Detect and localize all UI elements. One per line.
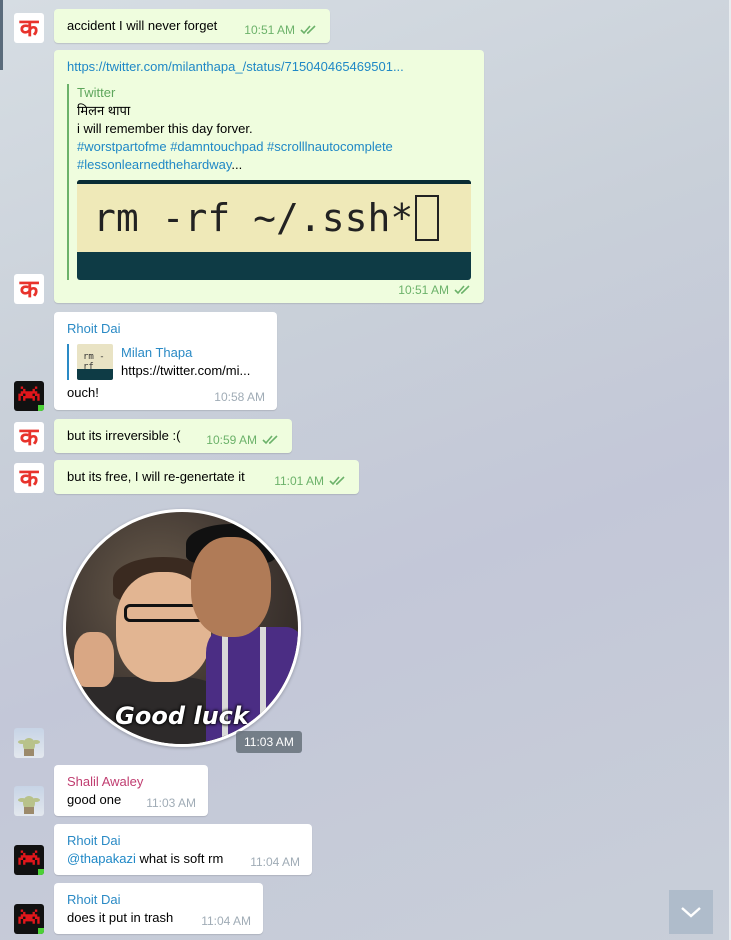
message-time: 11:04 AM xyxy=(250,855,300,869)
message-meta: 11:04 AM xyxy=(250,855,300,869)
message-time: 10:58 AM xyxy=(214,390,265,404)
message-meta: 10:58 AM xyxy=(214,390,265,404)
message-time: 10:51 AM xyxy=(398,283,449,297)
sender-name[interactable]: Rhoit Dai xyxy=(67,320,264,338)
message-meta: 10:59 AM xyxy=(206,433,280,447)
sender-name[interactable]: Rhoit Dai xyxy=(67,891,250,909)
space-invader-icon xyxy=(18,909,40,924)
preview-image[interactable]: rm -rf ~/.ssh* xyxy=(77,180,471,280)
avatar[interactable]: क xyxy=(14,274,44,304)
online-indicator xyxy=(38,928,44,934)
space-invader-icon xyxy=(18,386,40,401)
message-time: 10:59 AM xyxy=(206,433,257,447)
avatar[interactable]: क xyxy=(14,422,44,452)
message-meta: 11:03 AM xyxy=(146,796,196,810)
link-preview[interactable]: Twitter मिलन थापा i will remember this d… xyxy=(67,84,471,280)
avatar[interactable] xyxy=(14,728,44,758)
preview-author: मिलन थापा xyxy=(77,103,131,118)
message-meta: 11:04 AM xyxy=(201,914,251,928)
avatar[interactable] xyxy=(14,845,44,875)
preview-hashtags[interactable]: #worstpartofme #damntouchpad #scrolllnau… xyxy=(77,138,471,156)
yoda-icon xyxy=(18,796,40,814)
message-meta: 10:51 AM xyxy=(244,23,318,37)
avatar[interactable] xyxy=(14,904,44,934)
avatar[interactable]: क xyxy=(14,13,44,43)
reply-thumbnail: rm -rf xyxy=(77,344,113,380)
preview-hashtags[interactable]: #lessonlearnedthehardway xyxy=(77,157,231,172)
preview-text: i will remember this day forver. xyxy=(77,121,253,136)
message-time: 11:04 AM xyxy=(201,914,251,928)
sticker-caption: Good luck xyxy=(115,702,249,730)
space-invader-icon xyxy=(18,850,40,865)
online-indicator xyxy=(38,869,44,875)
message-bubble[interactable]: but its irreversible :( 10:59 AM xyxy=(54,419,292,453)
message-bubble[interactable]: Rhoit Dai @thapakazi what is soft rm 11:… xyxy=(54,824,312,875)
terminal-cursor xyxy=(415,195,440,241)
message-bubble[interactable]: Shalil Awaley good one 11:03 AM xyxy=(54,765,208,816)
avatar-glyph: क xyxy=(19,464,39,492)
chevron-down-icon xyxy=(681,907,701,918)
avatar[interactable]: क xyxy=(14,463,44,493)
message-time: 11:01 AM xyxy=(274,474,324,488)
message-bubble[interactable]: but its free, I will re-genertate it 11:… xyxy=(54,460,359,494)
user-mention[interactable]: @thapakazi xyxy=(67,851,136,866)
double-check-icon xyxy=(300,25,316,35)
message-bubble[interactable]: Rhoit Dai does it put in trash 11:04 AM xyxy=(54,883,263,934)
message-meta: 10:51 AM xyxy=(398,283,472,297)
message-text: what is soft rm xyxy=(135,851,224,866)
preview-ellipsis: ... xyxy=(231,157,243,172)
message-bubble[interactable]: Rhoit Dai rm -rf Milan Thapa https://twi… xyxy=(54,312,277,410)
message-time: 11:03 AM xyxy=(146,796,196,810)
message-time: 10:51 AM xyxy=(244,23,295,37)
avatar[interactable] xyxy=(14,786,44,816)
double-check-icon xyxy=(329,476,345,486)
yoda-icon xyxy=(18,738,40,756)
avatar-glyph: क xyxy=(19,423,39,451)
online-indicator xyxy=(38,405,44,411)
reply-author: Milan Thapa xyxy=(121,345,193,360)
sticker[interactable]: Good luck xyxy=(63,509,301,747)
preview-site-name: Twitter xyxy=(77,85,116,100)
terminal-command: rm -rf ~/.ssh* xyxy=(93,196,414,240)
message-meta: 11:01 AM xyxy=(274,474,347,488)
sticker-time: 11:03 AM xyxy=(236,731,302,753)
avatar-glyph: क xyxy=(19,14,39,42)
double-check-icon xyxy=(454,285,470,295)
avatar-glyph: क xyxy=(19,275,39,303)
reply-quote[interactable]: rm -rf Milan Thapa https://twitter.com/m… xyxy=(67,344,264,380)
scroll-to-bottom-button[interactable] xyxy=(669,890,713,934)
window-edge xyxy=(0,0,3,70)
message-link[interactable]: https://twitter.com/milanthapa_/status/7… xyxy=(67,58,471,76)
reply-text: https://twitter.com/mi... xyxy=(121,363,251,378)
message-bubble[interactable]: accident I will never forget 10:51 AM xyxy=(54,9,330,43)
sender-name[interactable]: Shalil Awaley xyxy=(67,773,195,791)
message-bubble[interactable]: https://twitter.com/milanthapa_/status/7… xyxy=(54,50,484,303)
double-check-icon xyxy=(262,435,278,445)
sender-name[interactable]: Rhoit Dai xyxy=(67,832,299,850)
chat-history[interactable]: क accident I will never forget 10:51 AM … xyxy=(0,0,731,940)
avatar[interactable] xyxy=(14,381,44,411)
